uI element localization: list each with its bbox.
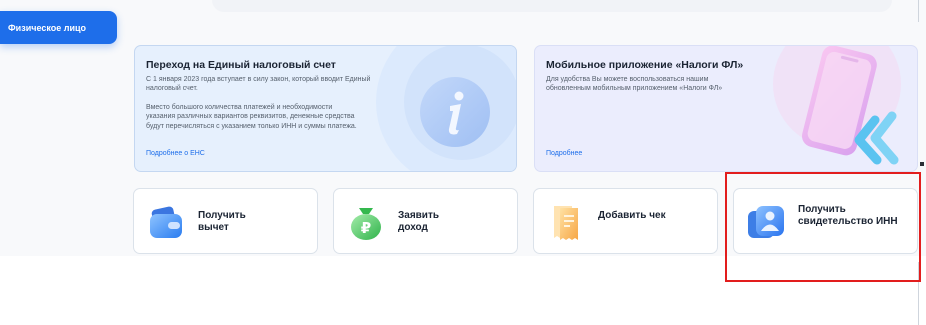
get-deduction-button[interactable]: Получить вычет xyxy=(133,188,318,254)
ens-promo-card[interactable]: Переход на Единый налоговый счет С 1 янв… xyxy=(134,45,517,172)
action-label: Добавить чек xyxy=(598,210,666,221)
ens-promo-title: Переход на Единый налоговый счет xyxy=(146,59,336,71)
app-promo-title: Мобильное приложение «Налоги ФЛ» xyxy=(546,59,744,71)
divider-marker xyxy=(920,162,924,166)
selection-highlight xyxy=(725,172,921,282)
app-promo-text: Для удобства Вы можете воспользоваться н… xyxy=(546,76,723,93)
declare-income-button[interactable]: ₽ Заявить доход xyxy=(333,188,518,254)
right-divider xyxy=(918,0,919,22)
info-icon xyxy=(420,77,490,147)
app-promo-card[interactable]: Мобильное приложение «Налоги ФЛ» Для удо… xyxy=(534,45,918,172)
svg-text:₽: ₽ xyxy=(361,219,371,237)
app-more-link[interactable]: Подробнее xyxy=(546,150,582,157)
wallet-icon xyxy=(150,206,182,238)
ens-promo-text: С 1 января 2023 года вступает в силу зак… xyxy=(146,76,371,93)
phone-illustration xyxy=(773,46,901,165)
add-receipt-button[interactable]: Добавить чек xyxy=(533,188,718,254)
receipt-icon xyxy=(554,206,578,240)
ens-more-link[interactable]: Подробнее о ЕНС xyxy=(146,150,205,157)
ruble-bag-icon: ₽ xyxy=(351,208,381,240)
sidebar-item-label: Физическое лицо xyxy=(8,22,87,33)
action-label: Заявить доход xyxy=(398,210,440,233)
sidebar-item-individual[interactable]: Физическое лицо xyxy=(0,11,117,44)
ens-promo-text: Вместо большого количества платежей и не… xyxy=(146,104,357,130)
header-shadow xyxy=(212,0,892,12)
action-label: Получить вычет xyxy=(198,210,246,233)
